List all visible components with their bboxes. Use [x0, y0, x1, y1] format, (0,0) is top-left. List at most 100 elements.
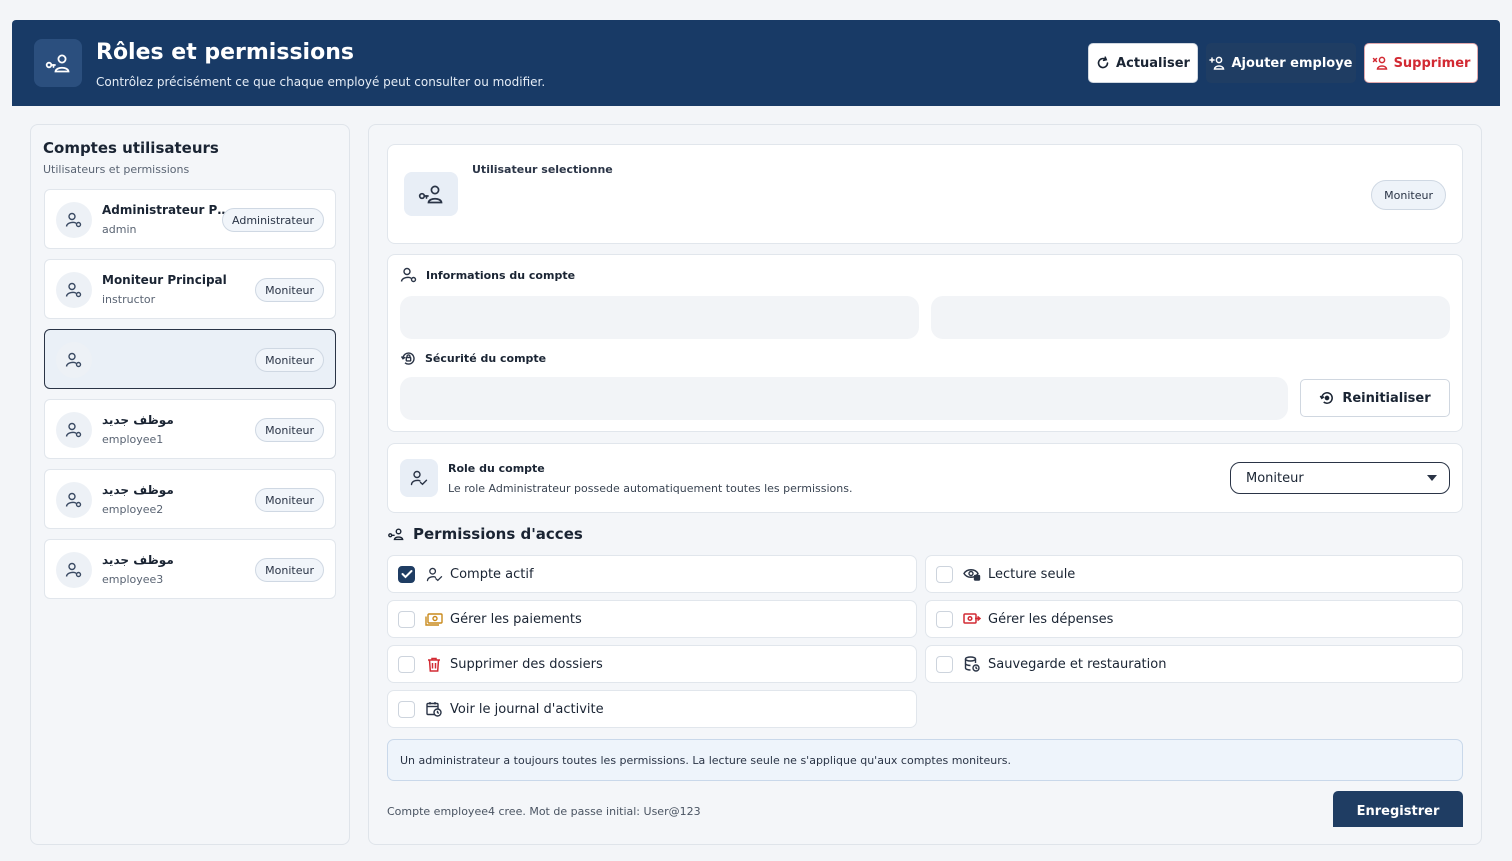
permission-read-only[interactable]: Lecture seule: [925, 555, 1463, 593]
security-title: Sécurité du compte: [425, 352, 547, 365]
users-panel: Comptes utilisateurs Utilisateurs et per…: [30, 124, 350, 845]
user-remove-icon: [1372, 56, 1387, 70]
user-plus-icon: [1209, 56, 1225, 70]
role-badge: Moniteur: [255, 558, 324, 582]
permission-label: Gérer les dépenses: [988, 611, 1114, 627]
user-gear-icon: [56, 482, 92, 518]
permission-expenses[interactable]: Gérer les dépenses: [925, 600, 1463, 638]
user-gear-icon: [400, 267, 417, 283]
permission-active-account[interactable]: Compte actif: [387, 555, 917, 593]
role-badge: Moniteur: [255, 418, 324, 442]
role-badge: Moniteur: [255, 278, 324, 302]
user-card-instructor[interactable]: Moniteur Principal instructor Moniteur: [44, 259, 336, 319]
permission-delete-records[interactable]: Supprimer des dossiers: [387, 645, 917, 683]
role-badge: Moniteur: [255, 348, 324, 372]
user-check-icon: [400, 459, 438, 497]
user-gear-icon: [56, 272, 92, 308]
trash-icon: [425, 655, 443, 673]
page-subtitle: Contrôlez précisément ce que chaque empl…: [96, 75, 546, 89]
role-select[interactable]: Moniteur: [1230, 462, 1450, 494]
page-header: Rôles et permissions Contrôlez préciséme…: [12, 20, 1500, 106]
expense-icon: [963, 610, 981, 628]
user-login: employee3: [102, 573, 164, 586]
user-card-employee3[interactable]: موظف جديد employee3 Moniteur: [44, 539, 336, 599]
reset-password-button[interactable]: Reinitialiser: [1300, 379, 1450, 417]
reset-icon: [1319, 392, 1334, 404]
permissions-title: Permissions d'acces: [413, 525, 583, 543]
user-key-icon: [34, 39, 82, 87]
checkbox[interactable]: [398, 655, 415, 673]
selected-role-badge: Moniteur: [1371, 180, 1446, 210]
role-badge: Moniteur: [255, 488, 324, 512]
selected-user-label: Utilisateur selectionne: [472, 163, 613, 176]
permission-label: Lecture seule: [988, 566, 1076, 582]
password-input[interactable]: [400, 377, 1288, 420]
role-title: Role du compte: [448, 462, 545, 475]
refresh-icon: [1097, 56, 1109, 69]
caret-down-icon: [1427, 475, 1437, 481]
add-employee-label: Ajouter employe: [1231, 55, 1353, 71]
checkbox[interactable]: [936, 565, 953, 583]
permission-label: Gérer les paiements: [450, 611, 582, 627]
user-card-employee1[interactable]: موظف جديد employee1 Moniteur: [44, 399, 336, 459]
user-name: Administrateur Permissions: [102, 203, 230, 217]
user-name: Moniteur Principal: [102, 273, 227, 287]
status-message: Compte employee4 cree. Mot de passe init…: [387, 805, 701, 818]
save-button[interactable]: Enregistrer: [1333, 791, 1463, 827]
permission-label: Supprimer des dossiers: [450, 656, 603, 672]
username-input[interactable]: [931, 296, 1450, 339]
checkbox[interactable]: [398, 700, 415, 718]
user-login: instructor: [102, 293, 156, 306]
role-badge: Administrateur: [222, 208, 324, 232]
users-panel-subtitle: Utilisateurs et permissions: [43, 163, 190, 176]
permission-payments[interactable]: Gérer les paiements: [387, 600, 917, 638]
user-key-icon: [404, 172, 458, 216]
page-title: Rôles et permissions: [96, 40, 354, 65]
user-key-icon: [388, 528, 404, 541]
checkbox-checked[interactable]: [398, 565, 415, 583]
user-card-selected[interactable]: Moniteur: [44, 329, 336, 389]
lock-reset-icon: [400, 352, 415, 365]
delete-button[interactable]: Supprimer: [1364, 43, 1478, 83]
users-panel-title: Comptes utilisateurs: [43, 139, 219, 157]
checkbox[interactable]: [936, 610, 953, 628]
permission-backup-restore[interactable]: Sauvegarde et restauration: [925, 645, 1463, 683]
security-heading: Sécurité du compte: [400, 350, 546, 367]
permission-activity-log[interactable]: Voir le journal d'activite: [387, 690, 917, 728]
database-icon: [963, 655, 981, 673]
display-name-input[interactable]: [400, 296, 919, 339]
user-check-icon: [425, 565, 443, 583]
permissions-heading: Permissions d'acces: [387, 525, 583, 543]
user-login: admin: [102, 223, 137, 236]
calendar-clock-icon: [425, 700, 443, 718]
delete-label: Supprimer: [1393, 55, 1471, 71]
user-gear-icon: [56, 342, 92, 378]
permissions-info-note: Un administrateur a toujours toutes les …: [387, 739, 1463, 781]
role-card: Role du compte Le role Administrateur po…: [387, 443, 1463, 513]
user-name: موظف جديد: [102, 483, 174, 497]
account-info-heading: Informations du compte: [400, 267, 575, 283]
role-select-value: Moniteur: [1246, 470, 1304, 486]
user-name: موظف جديد: [102, 413, 174, 427]
permission-label: Sauvegarde et restauration: [988, 656, 1167, 672]
role-description: Le role Administrateur possede automatiq…: [448, 482, 853, 495]
account-info-card: Informations du compte Sécurité du compt…: [387, 254, 1463, 432]
user-details-panel: Utilisateur selectionne Moniteur Informa…: [368, 124, 1482, 845]
account-info-title: Informations du compte: [426, 268, 576, 282]
permission-label: Voir le journal d'activite: [450, 701, 604, 717]
user-gear-icon: [56, 202, 92, 238]
eye-lock-icon: [963, 565, 981, 583]
money-icon: [425, 610, 443, 628]
refresh-label: Actualiser: [1116, 55, 1190, 71]
permission-label: Compte actif: [450, 566, 534, 582]
checkbox[interactable]: [398, 610, 415, 628]
reset-label: Reinitialiser: [1342, 390, 1431, 406]
add-employee-button[interactable]: Ajouter employe: [1206, 43, 1356, 83]
refresh-button[interactable]: Actualiser: [1088, 43, 1198, 83]
selected-user-card: Utilisateur selectionne Moniteur: [387, 144, 1463, 244]
user-name: موظف جديد: [102, 553, 174, 567]
user-card-admin[interactable]: Administrateur Permissions admin Adminis…: [44, 189, 336, 249]
user-login: employee1: [102, 433, 164, 446]
checkbox[interactable]: [936, 655, 953, 673]
user-card-employee2[interactable]: موظف جديد employee2 Moniteur: [44, 469, 336, 529]
